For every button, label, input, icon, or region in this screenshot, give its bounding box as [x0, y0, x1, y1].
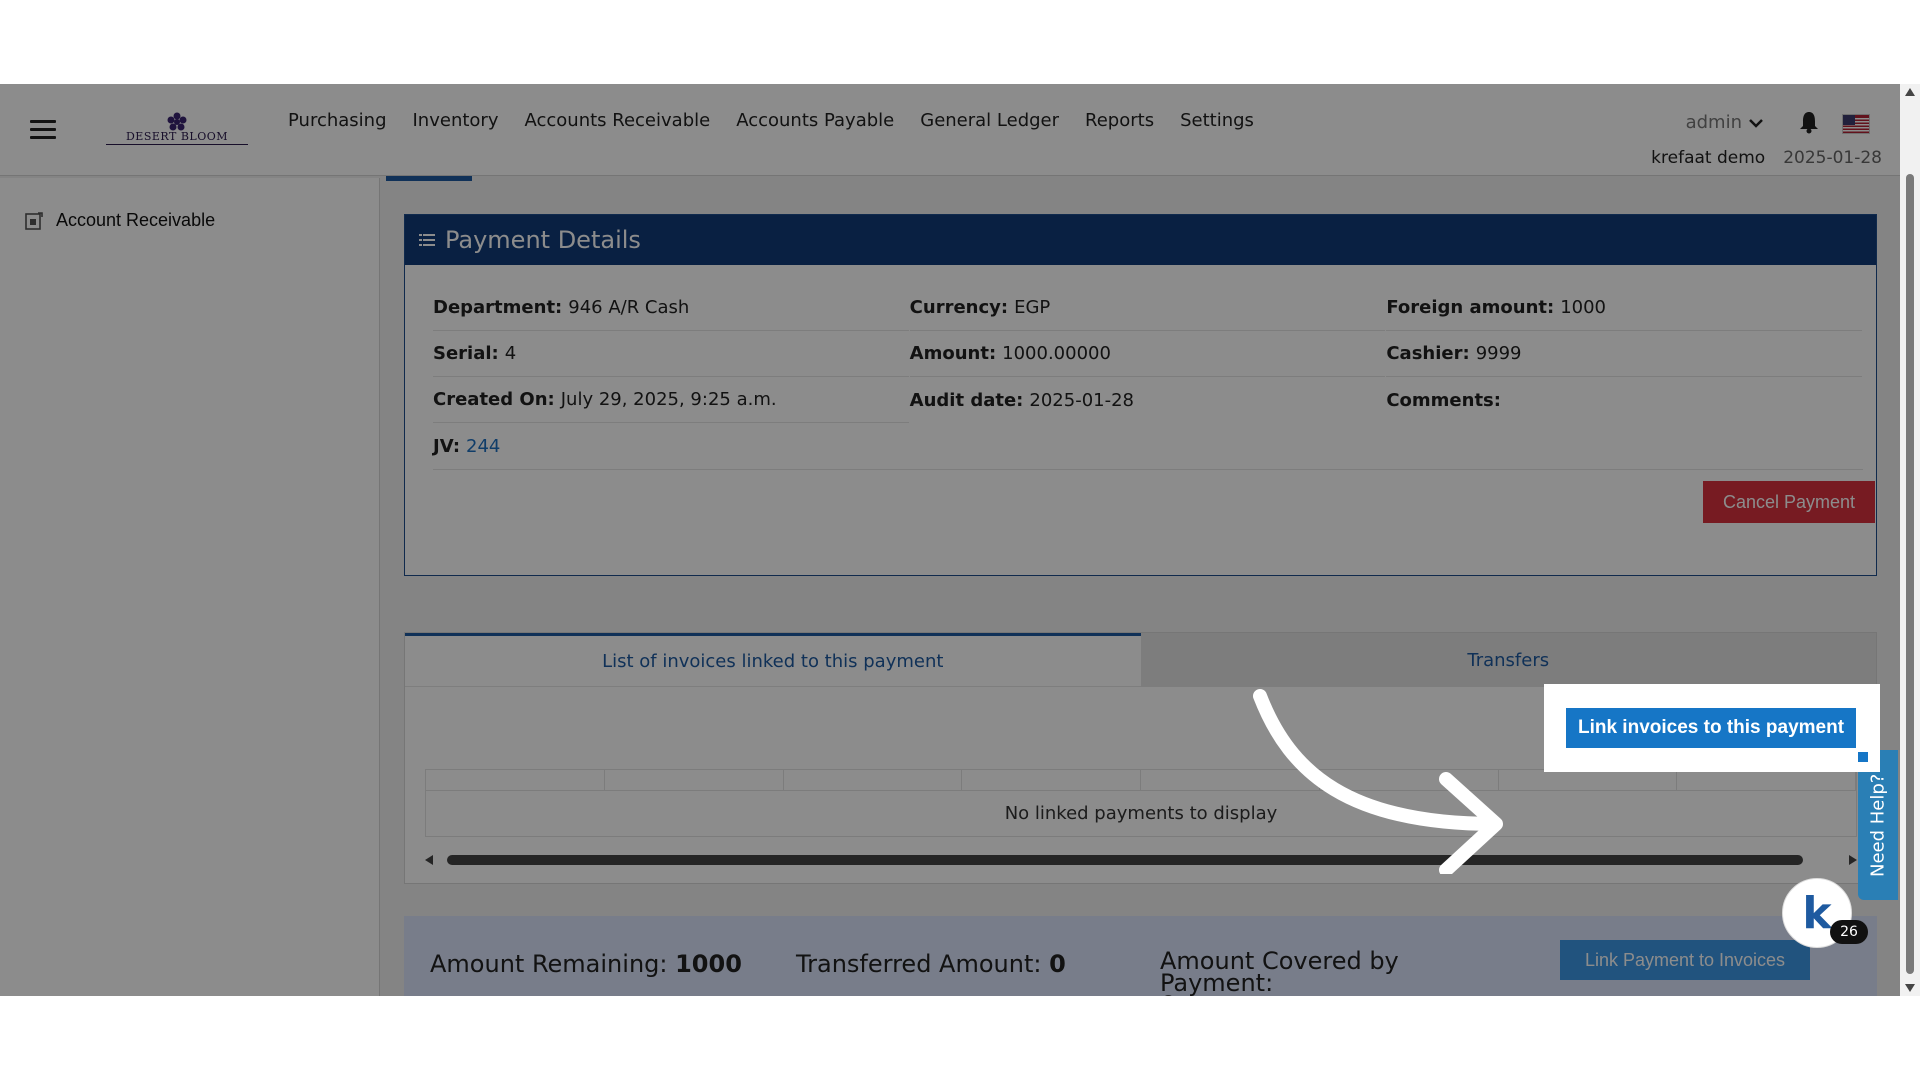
- chevron-down-icon: [1749, 118, 1763, 128]
- scroll-up-icon[interactable]: [1905, 88, 1915, 96]
- list-icon: [419, 234, 435, 246]
- hamburger-menu-icon[interactable]: [30, 120, 56, 140]
- jv-link[interactable]: 244: [466, 436, 500, 457]
- highlight-box: Link invoices to this payment: [1544, 684, 1880, 772]
- cancel-payment-button[interactable]: Cancel Payment: [1703, 481, 1875, 523]
- payment-summary: Amount Remaining: 1000 Transferred Amoun…: [404, 916, 1877, 996]
- scrollbar-thumb[interactable]: [447, 855, 1803, 865]
- link-invoices-button[interactable]: Link invoices to this payment: [1566, 708, 1856, 748]
- field-department: Department: 946 A/R Cash: [433, 285, 909, 331]
- session-date: 2025-01-28: [1783, 148, 1882, 168]
- company-logo[interactable]: DESERT BLOOM: [106, 112, 248, 145]
- ledger-icon: [25, 211, 43, 230]
- need-help-tab[interactable]: Need Help?: [1858, 750, 1898, 900]
- sidebar-item-account-receivable[interactable]: Account Receivable: [24, 210, 215, 231]
- link-payment-to-invoices-button[interactable]: Link Payment to Invoices: [1560, 940, 1810, 980]
- transferred-amount: Transferred Amount: 0: [796, 950, 1066, 978]
- payment-details-card: Payment Details Department: 946 A/R Cash …: [404, 214, 1877, 576]
- horizontal-scrollbar[interactable]: [425, 853, 1857, 867]
- scroll-down-icon[interactable]: [1905, 984, 1915, 992]
- highlight-corner: [1858, 752, 1868, 762]
- user-info: krefaat demo 2025-01-28: [1651, 148, 1882, 168]
- active-tab-indicator: [386, 176, 472, 181]
- scrollbar-thumb[interactable]: [1906, 174, 1914, 974]
- nav-purchasing[interactable]: Purchasing: [288, 110, 387, 131]
- scroll-right-icon[interactable]: [1849, 855, 1857, 865]
- vertical-scrollbar[interactable]: [1900, 84, 1920, 996]
- tab-bar: List of invoices linked to this payment …: [405, 633, 1876, 687]
- tab-linked-invoices[interactable]: List of invoices linked to this payment: [405, 633, 1141, 687]
- nav-inventory[interactable]: Inventory: [413, 110, 499, 131]
- nav-accounts-receivable[interactable]: Accounts Receivable: [524, 110, 710, 131]
- field-currency: Currency: EGP: [909, 285, 1386, 331]
- empty-table-message: No linked payments to display: [425, 791, 1857, 837]
- card-title: Payment Details: [445, 226, 641, 254]
- field-cashier: Cashier: 9999: [1386, 331, 1863, 377]
- tutorial-arrow-icon: [1253, 689, 1503, 874]
- tab-transfers[interactable]: Transfers: [1140, 633, 1876, 687]
- field-foreign-amount: Foreign amount: 1000: [1386, 285, 1863, 331]
- scroll-left-icon[interactable]: [425, 855, 433, 865]
- sidebar: Account Receivable: [0, 178, 380, 996]
- main-nav: Purchasing Inventory Accounts Receivable…: [288, 110, 1254, 131]
- company-name: krefaat demo: [1651, 148, 1766, 168]
- nav-settings[interactable]: Settings: [1180, 110, 1254, 131]
- card-header: Payment Details: [405, 215, 1876, 265]
- field-created-on: Created On: July 29, 2025, 9:25 a.m.: [433, 377, 909, 423]
- table-header: [425, 769, 1857, 791]
- chat-badge: 26: [1830, 920, 1868, 944]
- user-menu[interactable]: admin: [1686, 112, 1764, 133]
- us-flag-icon[interactable]: [1842, 114, 1870, 134]
- sidebar-item-label: Account Receivable: [56, 210, 216, 230]
- field-jv: JV: 244: [433, 435, 501, 457]
- bell-icon[interactable]: [1798, 110, 1820, 134]
- linked-invoices-table: No linked payments to display: [425, 769, 1857, 837]
- app-frame: DESERT BLOOM Purchasing Inventory Accoun…: [0, 84, 1920, 996]
- user-name: admin: [1685, 112, 1742, 133]
- amount-remaining: Amount Remaining: 1000: [430, 950, 742, 978]
- logo-text: DESERT BLOOM: [125, 130, 229, 143]
- field-audit-date: Audit date: 2025-01-28: [909, 389, 1134, 411]
- top-navbar: DESERT BLOOM Purchasing Inventory Accoun…: [0, 84, 1900, 176]
- field-amount: Amount: 1000.00000: [909, 331, 1386, 377]
- field-serial: Serial: 4: [433, 331, 909, 377]
- field-comments: Comments:: [1386, 389, 1501, 411]
- chat-logo-icon: k: [1802, 887, 1832, 939]
- amount-covered: Amount Covered by Payment:0: [1160, 947, 1399, 996]
- details-grid: Department: 946 A/R Cash Currency: EGP For…: [433, 285, 1863, 469]
- nav-accounts-payable[interactable]: Accounts Payable: [736, 110, 894, 131]
- nav-general-ledger[interactable]: General Ledger: [920, 110, 1059, 131]
- nav-reports[interactable]: Reports: [1085, 110, 1154, 131]
